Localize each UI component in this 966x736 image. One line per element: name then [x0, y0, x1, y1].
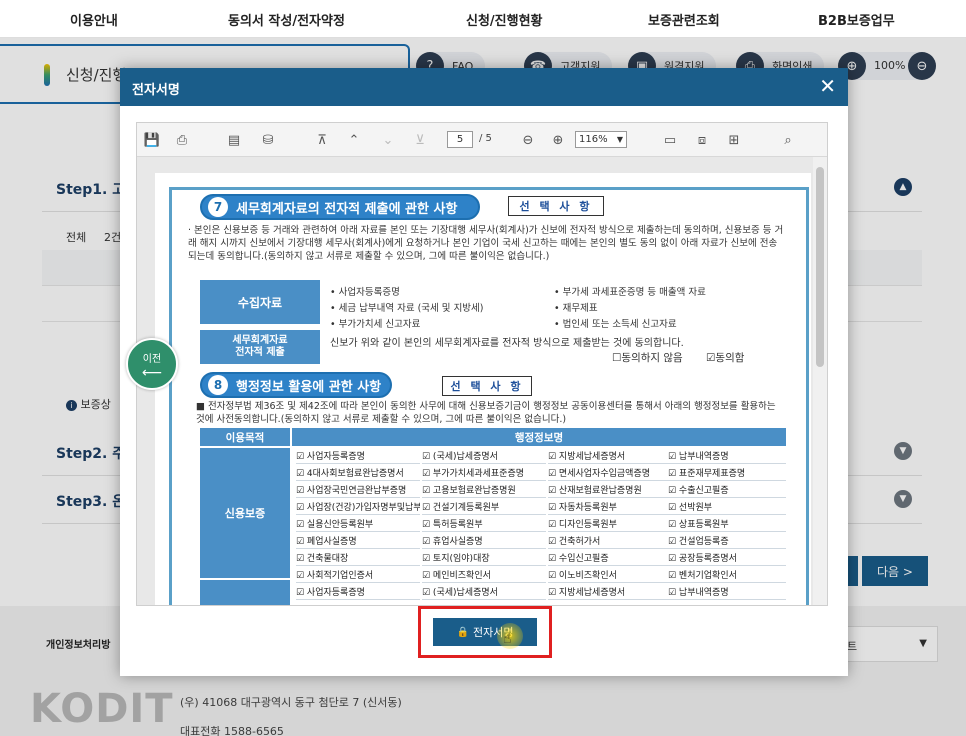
- admin-info-checkbox[interactable]: ☑ 납부내역증명: [668, 586, 786, 600]
- section7-optional-badge: 선 택 사 항: [508, 196, 604, 216]
- section8-optional-badge: 선 택 사 항: [442, 376, 532, 396]
- admin-info-checkbox[interactable]: ☑ 면세사업자수입금액증명: [548, 467, 672, 481]
- previous-button[interactable]: 이전 ⟵: [126, 338, 178, 390]
- viewer-scrollbar[interactable]: [813, 157, 827, 605]
- admin-info-checkbox[interactable]: ☑ 폐업사실증명: [296, 535, 420, 549]
- save-icon[interactable]: 💾: [143, 131, 161, 149]
- document-page: 7 세무회계자료의 전자적 제출에 관한 사항 선 택 사 항 · 본인은 신용…: [155, 173, 811, 605]
- zoom-out-icon[interactable]: ⊖: [519, 131, 537, 149]
- lock-icon: 🔒: [456, 626, 469, 638]
- admin-info-checkbox[interactable]: ☑ 사업장(건강)가입자명부및납부확인서: [296, 501, 420, 515]
- submit-data-label: 세무회계자료 전자적 제출: [200, 330, 320, 364]
- first-page-icon[interactable]: ⊼: [313, 131, 331, 149]
- admin-info-checkbox[interactable]: ☑ 부가가치세과세표준증명: [422, 467, 546, 481]
- nav-consent-agreement[interactable]: 동의서 작성/전자약정: [228, 10, 345, 29]
- modal-header: 전자서명 ✕: [120, 68, 848, 106]
- admin-info-checkbox[interactable]: ☑ (국세)납세증명서: [422, 450, 546, 464]
- collect-item: • 법인세 또는 소득세 신고자료: [554, 319, 677, 330]
- last-page-icon[interactable]: ⊻: [411, 131, 429, 149]
- collect-item: • 사업자등록증명: [330, 287, 400, 298]
- database-icon[interactable]: ⛁: [259, 131, 277, 149]
- collect-item: • 재무제표: [554, 303, 598, 314]
- top-navigation: 이용안내 동의서 작성/전자약정 신청/진행현황 보증관련조회 B2B보증업무: [0, 0, 966, 38]
- info-name-header: 행정정보명: [292, 428, 786, 446]
- nav-application-status[interactable]: 신청/진행현황: [466, 10, 543, 29]
- document-content: 7 세무회계자료의 전자적 제출에 관한 사항 선 택 사 항 · 본인은 신용…: [169, 187, 809, 605]
- modal-title: 전자서명: [132, 83, 180, 98]
- admin-info-checkbox[interactable]: ☑ 실용신안등록원부: [296, 518, 420, 532]
- section7-title: 7 세무회계자료의 전자적 제출에 관한 사항: [200, 194, 480, 220]
- collect-item: • 부가세 과세표준증명 등 매출액 자료: [554, 287, 706, 298]
- sign-button-highlight: 🔒 전자서명 ☝: [418, 606, 552, 658]
- admin-info-checkbox[interactable]: ☑ 휴업사실증명: [422, 535, 546, 549]
- fit-width-icon[interactable]: ▭: [661, 131, 679, 149]
- zoom-select[interactable]: 116% ▼: [575, 131, 627, 148]
- admin-info-checkbox[interactable]: ☑ 지방세납세증명서: [548, 450, 672, 464]
- nav-b2b-guarantee[interactable]: B2B보증업무: [818, 10, 895, 29]
- admin-info-checkbox[interactable]: ☑ 사업자등록증명: [296, 450, 420, 464]
- e-signature-modal: 전자서명 ✕ 💾 ⎙ ▤ ⛁ ⊼ ⌃ ⌄ ⊻ 5 / 5 ⊖ ⊕ 116% ▼ ▭…: [120, 68, 848, 676]
- agree-checkbox[interactable]: ☑동의함: [706, 350, 744, 365]
- admin-info-checkbox[interactable]: ☑ 산재보험료완납증명원: [548, 484, 672, 498]
- admin-info-checkbox[interactable]: ☑ 납부내역증명: [668, 450, 786, 464]
- collect-data-label: 수집자료: [200, 280, 320, 324]
- page-number-input[interactable]: 5: [447, 131, 473, 148]
- credit-guarantee-label: 신용보증: [200, 448, 290, 578]
- chevron-down-icon: ▼: [616, 135, 623, 144]
- close-icon[interactable]: ✕: [819, 74, 836, 98]
- disagree-checkbox[interactable]: ☐동의하지 않음: [612, 350, 683, 365]
- hand-cursor-icon: ☝: [503, 631, 512, 647]
- admin-info-checkbox[interactable]: ☑ 건설기계등록원부: [422, 501, 546, 515]
- admin-info-checkbox[interactable]: ☑ 사업자등록증명: [296, 586, 420, 600]
- admin-info-checkbox[interactable]: ☑ 사회적기업인증서: [296, 569, 420, 583]
- section8-description: ■ 전자정부법 제36조 및 제42조에 따라 본인이 동의한 사무에 대해 신…: [196, 401, 776, 425]
- admin-info-checkbox[interactable]: ☑ 이노비즈확인서: [548, 569, 672, 583]
- collect-item: • 부가가치세 신고자료: [330, 319, 421, 330]
- purpose-cell: [200, 580, 290, 605]
- pdf-viewer: 💾 ⎙ ▤ ⛁ ⊼ ⌃ ⌄ ⊻ 5 / 5 ⊖ ⊕ 116% ▼ ▭ ⧈ ⊞ ⌕ …: [136, 122, 828, 606]
- admin-info-checkbox[interactable]: ☑ 건축물대장: [296, 552, 420, 566]
- admin-info-checkbox[interactable]: ☑ 수출신고필증: [668, 484, 786, 498]
- fit-page-icon[interactable]: ⧈: [693, 131, 711, 149]
- add-page-icon[interactable]: ⊞: [725, 131, 743, 149]
- submit-consent-text: 신보가 위와 같이 본인의 세무회계자료를 전자적 방식으로 제출받는 것에 동…: [330, 338, 684, 349]
- print-icon[interactable]: ⎙: [173, 131, 191, 149]
- document-icon[interactable]: ▤: [225, 131, 243, 149]
- collect-item: • 세금 납부내역 자료 (국세 및 지방세): [330, 303, 484, 314]
- admin-info-checkbox[interactable]: ☑ 토지(임야)대장: [422, 552, 546, 566]
- section7-description: · 본인은 신용보증 등 거래와 관련하여 아래 자료를 본인 또는 기장대행 …: [188, 225, 784, 262]
- nav-usage-guide[interactable]: 이용안내: [70, 10, 118, 29]
- admin-info-checkbox[interactable]: ☑ 자동차등록원부: [548, 501, 672, 515]
- section8-title: 8 행정정보 활용에 관한 사항: [200, 372, 392, 398]
- viewer-toolbar: 💾 ⎙ ▤ ⛁ ⊼ ⌃ ⌄ ⊻ 5 / 5 ⊖ ⊕ 116% ▼ ▭ ⧈ ⊞ ⌕: [137, 123, 827, 157]
- arrow-left-icon: ⟵: [141, 364, 163, 381]
- next-page-icon[interactable]: ⌄: [379, 131, 397, 149]
- zoom-in-icon[interactable]: ⊕: [549, 131, 567, 149]
- page-total: / 5: [479, 133, 492, 144]
- admin-info-checkbox[interactable]: ☑ 4대사회보험료완납증명서: [296, 467, 420, 481]
- admin-info-checkbox[interactable]: ☑ (국세)납세증명서: [422, 586, 546, 600]
- admin-info-checkbox[interactable]: ☑ 선박원부: [668, 501, 786, 515]
- admin-info-checkbox[interactable]: ☑ 공장등록증명서: [668, 552, 786, 566]
- admin-info-checkbox[interactable]: ☑ 디자인등록원부: [548, 518, 672, 532]
- scrollbar-thumb[interactable]: [816, 167, 824, 367]
- admin-info-checkbox[interactable]: ☑ 벤처기업확인서: [668, 569, 786, 583]
- admin-info-checkbox[interactable]: ☑ 건축허가서: [548, 535, 672, 549]
- purpose-header: 이용목적: [200, 428, 290, 446]
- admin-info-checkbox[interactable]: ☑ 특허등록원부: [422, 518, 546, 532]
- admin-info-checkbox[interactable]: ☑ 사업장국민연금완납부증명: [296, 484, 420, 498]
- search-icon[interactable]: ⌕: [779, 131, 797, 149]
- admin-info-checkbox[interactable]: ☑ 표준재무제표증명: [668, 467, 786, 481]
- nav-guarantee-inquiry[interactable]: 보증관련조회: [648, 10, 720, 29]
- admin-info-checkbox[interactable]: ☑ 상표등록원부: [668, 518, 786, 532]
- admin-info-checkbox[interactable]: ☑ 수입신고필증: [548, 552, 672, 566]
- admin-info-checkbox[interactable]: ☑ 메인비즈확인서: [422, 569, 546, 583]
- admin-info-checkbox[interactable]: ☑ 고용보험료완납증명원: [422, 484, 546, 498]
- admin-info-checkbox[interactable]: ☑ 지방세납세증명서: [548, 586, 672, 600]
- admin-info-checkbox[interactable]: ☑ 건설업등록증: [668, 535, 786, 549]
- prev-page-icon[interactable]: ⌃: [345, 131, 363, 149]
